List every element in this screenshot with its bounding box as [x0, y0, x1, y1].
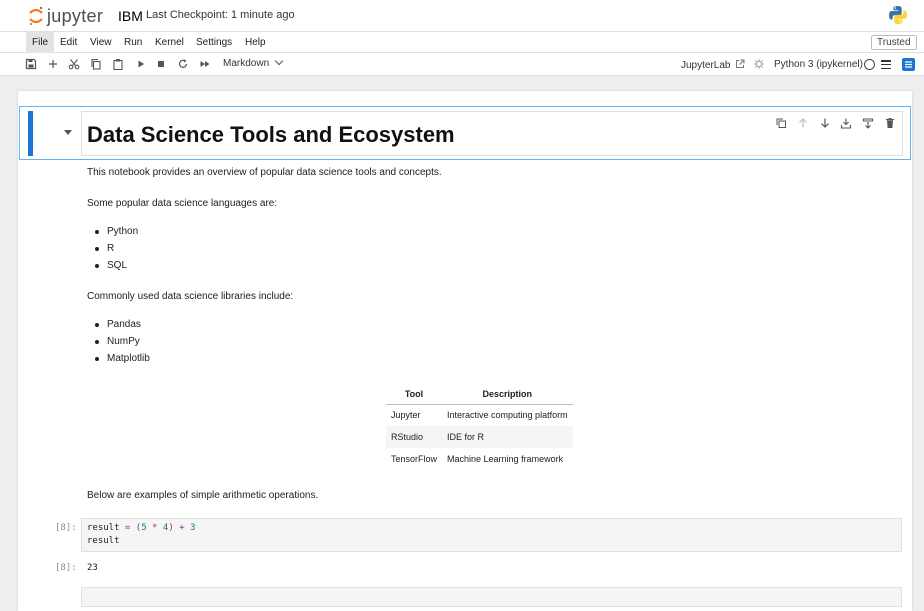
move-up-icon[interactable] [797, 116, 809, 128]
list-item: Matplotlib [95, 352, 150, 369]
libraries-intro: Commonly used data science libraries inc… [87, 291, 294, 302]
input-prompt: [8]: [55, 523, 77, 533]
menu-run[interactable]: Run [118, 32, 148, 53]
chevron-down-icon [274, 56, 284, 66]
table-cell: Jupyter [391, 410, 421, 421]
menu-file[interactable]: File [26, 32, 55, 53]
insert-below-icon[interactable] [862, 116, 874, 129]
cell-type-select[interactable]: Markdown [223, 56, 284, 69]
menu-settings[interactable]: Settings [190, 32, 238, 53]
cell-output: 23 [87, 563, 98, 573]
python-logo-icon [888, 5, 908, 25]
jupyter-logo[interactable]: jupyter [29, 4, 111, 28]
list-item: Python [95, 225, 138, 242]
property-inspector-icon[interactable] [902, 58, 915, 71]
page-title: Data Science Tools and Ecosystem [87, 122, 455, 147]
menu-kernel[interactable]: Kernel [149, 32, 190, 53]
delete-cell-icon[interactable] [884, 116, 896, 128]
table-cell: RStudio [386, 426, 443, 448]
run-icon[interactable] [135, 58, 147, 70]
active-cell-indicator[interactable] [28, 111, 33, 156]
table-row: TensorFlow Machine Learning framework [386, 448, 573, 470]
libraries-list: Pandas NumPy Matplotlib [95, 318, 150, 369]
next-code-cell[interactable] [81, 587, 902, 607]
table-cell: IDE for R [442, 426, 573, 448]
move-down-icon[interactable] [819, 116, 831, 128]
table-row: RStudio IDE for R [386, 426, 573, 448]
cell-type-value: Markdown [223, 58, 270, 69]
intro-text: This notebook provides an overview of po… [87, 167, 442, 178]
trusted-indicator[interactable]: Trusted [871, 35, 917, 50]
kernel-status-icon [864, 59, 875, 70]
kernel-name[interactable]: Python 3 (ipykernel) [774, 59, 863, 70]
cut-icon[interactable] [68, 58, 80, 70]
tools-table: Tool Description Jupyter Interactive com… [386, 384, 573, 470]
save-icon[interactable] [25, 58, 37, 70]
copy-icon[interactable] [90, 58, 102, 70]
top-header: jupyter IBM Last Checkpoint: 1 minute ag… [0, 0, 924, 31]
table-cell: Interactive computing platform [447, 410, 568, 421]
output-prompt: [8]: [55, 563, 77, 573]
menu-view[interactable]: View [84, 32, 118, 53]
table-header-row: Tool Description [386, 384, 573, 405]
table-header-cell: Tool [386, 384, 443, 405]
list-item: Pandas [95, 318, 150, 335]
last-checkpoint: Last Checkpoint: 1 minute ago [146, 9, 295, 21]
arithmetic-intro: Below are examples of simple arithmetic … [87, 490, 319, 501]
add-cell-icon[interactable] [47, 58, 59, 70]
languages-intro: Some popular data science languages are: [87, 198, 278, 209]
insert-above-icon[interactable] [840, 116, 852, 129]
table-cell: Machine Learning framework [447, 454, 564, 464]
notebook-title[interactable]: IBM [118, 8, 143, 24]
jupyter-logo-icon [29, 6, 43, 26]
external-link-icon [735, 59, 745, 72]
duplicate-cell-icon[interactable] [775, 116, 787, 128]
jupyterlab-label: JupyterLab [681, 60, 731, 71]
table-cell: TensorFlow [391, 454, 438, 464]
code-line: result = (5 * 4) + 3 [87, 523, 196, 533]
code-line: result [87, 536, 120, 546]
menu-bar: File Edit View Run Kernel Settings Help … [0, 31, 924, 53]
open-jupyterlab-link[interactable]: JupyterLab [681, 59, 745, 72]
collapse-heading-icon[interactable] [64, 130, 72, 135]
jupyter-logo-text: jupyter [47, 5, 104, 26]
languages-list: Python R SQL [95, 225, 138, 276]
debugger-icon[interactable] [753, 58, 765, 70]
restart-icon[interactable] [177, 58, 189, 70]
notebook-toolbar: Markdown JupyterLab Python 3 (ipykernel) [0, 53, 924, 76]
table-header-cell: Description [442, 384, 573, 405]
menu-hamburger-icon[interactable] [881, 60, 891, 70]
code-editor[interactable]: result = (5 * 4) + 3 result [81, 518, 902, 552]
menu-help[interactable]: Help [239, 32, 272, 53]
paste-icon[interactable] [112, 58, 124, 70]
table-row: Jupyter Interactive computing platform [386, 404, 573, 426]
menu-edit[interactable]: Edit [54, 32, 83, 53]
list-item: NumPy [95, 335, 150, 352]
list-item: SQL [95, 259, 138, 276]
fast-forward-icon[interactable] [199, 58, 211, 70]
list-item: R [95, 242, 138, 259]
stop-icon[interactable] [155, 58, 167, 70]
